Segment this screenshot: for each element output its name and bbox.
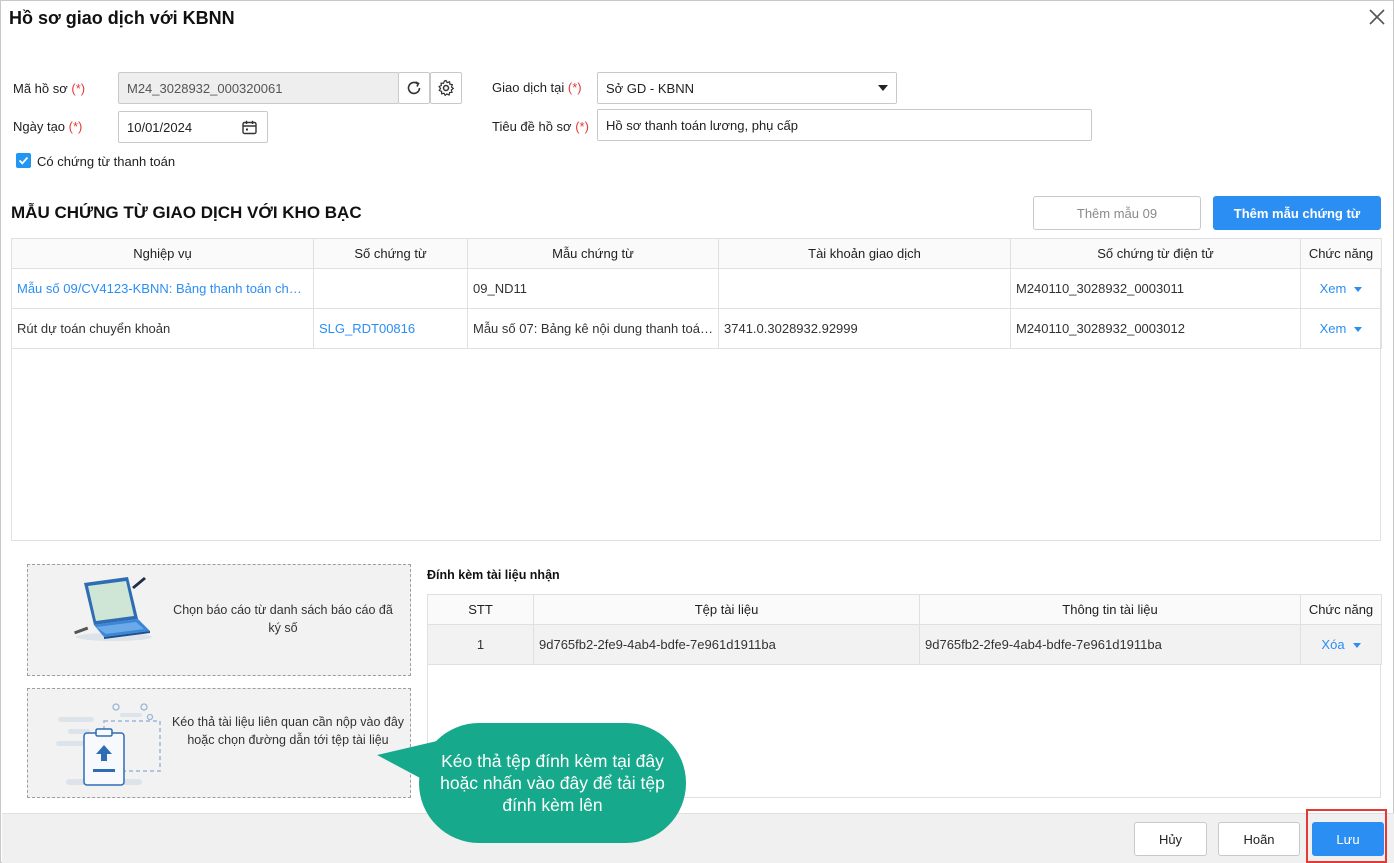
attachments-title: Đính kèm tài liệu nhận xyxy=(427,568,560,582)
giao-dich-tai-value: Sở GD - KBNN xyxy=(606,80,694,96)
gear-icon xyxy=(438,79,455,97)
xoa-action[interactable]: Xóa xyxy=(1300,624,1382,665)
them-mau-09-button[interactable]: Thêm mẫu 09 xyxy=(1033,196,1201,230)
so-chung-tu-link[interactable]: SLG_RDT00816 xyxy=(313,308,468,349)
chevron-down-icon xyxy=(1352,643,1361,649)
cell xyxy=(718,268,1011,309)
attachments-table: STT Tệp tài liệu Thông tin tài liệu Chức… xyxy=(427,594,1382,665)
col-thong-tin: Thông tin tài liệu xyxy=(919,594,1301,625)
xoa-label: Xóa xyxy=(1321,637,1345,652)
tooltip-bubble: Kéo thả tệp đính kèm tại đây hoặc nhấn v… xyxy=(419,723,686,843)
cell: 9d765fb2-2fe9-4ab4-bdfe-7e961d1911ba xyxy=(919,624,1301,665)
cell: M240110_3028932_0003012 xyxy=(1010,308,1301,349)
cell: 9d765fb2-2fe9-4ab4-bdfe-7e961d1911ba xyxy=(533,624,920,665)
table-row: 1 9d765fb2-2fe9-4ab4-bdfe-7e961d1911ba 9… xyxy=(427,624,1382,665)
tieu-de-label: Tiêu đề hồ sơ (*) xyxy=(492,119,589,134)
xem-label: Xem xyxy=(1319,281,1347,296)
choose-report-text: Chọn báo cáo từ danh sách báo cáo đã ký … xyxy=(173,603,393,635)
col-tai-khoan: Tài khoản giao dịch xyxy=(718,238,1011,269)
chevron-down-icon xyxy=(1354,327,1363,333)
settings-button[interactable] xyxy=(430,72,462,104)
cancel-button[interactable]: Hủy xyxy=(1134,822,1207,856)
col-mau-chung-tu: Mẫu chứng từ xyxy=(467,238,719,269)
dialog-title: Hồ sơ giao dịch với KBNN xyxy=(9,8,235,28)
nghiep-vu-link[interactable]: Mẫu số 09/CV4123-KBNN: Bảng thanh toán c… xyxy=(11,268,314,309)
col-tep-tai-lieu: Tệp tài liệu xyxy=(533,594,920,625)
postpone-button[interactable]: Hoãn xyxy=(1218,822,1300,856)
ngay-tao-input[interactable]: 10/01/2024 xyxy=(118,111,268,143)
dropdown-caret-icon xyxy=(878,85,888,91)
ngay-tao-value: 10/01/2024 xyxy=(127,119,193,135)
refresh-icon xyxy=(407,81,421,95)
main-table: Nghiệp vụ Số chứng từ Mẫu chứng từ Tài k… xyxy=(11,238,1382,349)
cell: 3741.0.3028932.92999 xyxy=(718,308,1011,349)
cell: M240110_3028932_0003011 xyxy=(1010,268,1301,309)
cell: Rút dự toán chuyển khoản xyxy=(11,308,314,349)
save-highlight xyxy=(1306,809,1387,863)
tieu-de-input[interactable]: Hồ sơ thanh toán lương, phụ cấp xyxy=(597,109,1092,141)
upload-document-icon xyxy=(56,703,161,786)
giao-dich-tai-label: Giao dịch tại (*) xyxy=(492,80,582,95)
chevron-down-icon xyxy=(1354,287,1363,293)
choose-report-box[interactable]: Chọn báo cáo từ danh sách báo cáo đã ký … xyxy=(27,564,411,676)
co-chung-tu-label: Có chứng từ thanh toán xyxy=(37,154,176,169)
col-chuc-nang: Chức năng xyxy=(1300,238,1382,269)
xem-action[interactable]: Xem xyxy=(1300,308,1382,349)
calendar-icon[interactable] xyxy=(241,119,258,136)
giao-dich-tai-select[interactable]: Sở GD - KBNN xyxy=(597,72,897,104)
refresh-button[interactable] xyxy=(398,72,430,104)
ngay-tao-label: Ngày tạo (*) xyxy=(13,119,83,134)
cell xyxy=(313,268,468,309)
cell: 1 xyxy=(427,624,534,665)
col-nghiep-vu: Nghiệp vụ xyxy=(11,238,314,269)
table-row: Mẫu số 09/CV4123-KBNN: Bảng thanh toán c… xyxy=(11,268,1382,309)
cell: 09_ND11 xyxy=(467,268,719,309)
col-so-chung-tu: Số chứng từ xyxy=(313,238,468,269)
cell: Mẫu số 07: Bảng kê nội dung thanh toán/t… xyxy=(467,308,719,349)
check-icon xyxy=(18,156,29,165)
close-icon[interactable] xyxy=(1367,7,1387,27)
attachments-header: STT Tệp tài liệu Thông tin tài liệu Chức… xyxy=(427,594,1382,625)
ma-ho-so-label: Mã hồ sơ (*) xyxy=(13,81,86,96)
xem-action[interactable]: Xem xyxy=(1300,268,1382,309)
co-chung-tu-checkbox[interactable] xyxy=(16,153,31,168)
table-row: Rút dự toán chuyển khoản SLG_RDT00816 Mẫ… xyxy=(11,308,1382,349)
col-so-chung-tu-dien-tu: Số chứng từ điện tử xyxy=(1010,238,1301,269)
dialog: Hồ sơ giao dịch với KBNN Mã hồ sơ (*) M2… xyxy=(0,0,1394,863)
col-chuc-nang: Chức năng xyxy=(1300,594,1382,625)
laptop-icon xyxy=(74,577,152,641)
col-stt: STT xyxy=(427,594,534,625)
main-table-header: Nghiệp vụ Số chứng từ Mẫu chứng từ Tài k… xyxy=(11,238,1382,269)
ma-ho-so-input[interactable]: M24_3028932_000320061 xyxy=(118,72,399,104)
them-mau-chung-tu-button[interactable]: Thêm mẫu chứng từ xyxy=(1213,196,1381,230)
drag-drop-text: Kéo thả tài liệu liên quan cần nộp vào đ… xyxy=(171,715,405,747)
drag-drop-box[interactable]: Kéo thả tài liệu liên quan cần nộp vào đ… xyxy=(27,688,411,798)
xem-label: Xem xyxy=(1319,321,1347,336)
section-title: MẪU CHỨNG TỪ GIAO DỊCH VỚI KHO BẠC xyxy=(11,203,362,222)
